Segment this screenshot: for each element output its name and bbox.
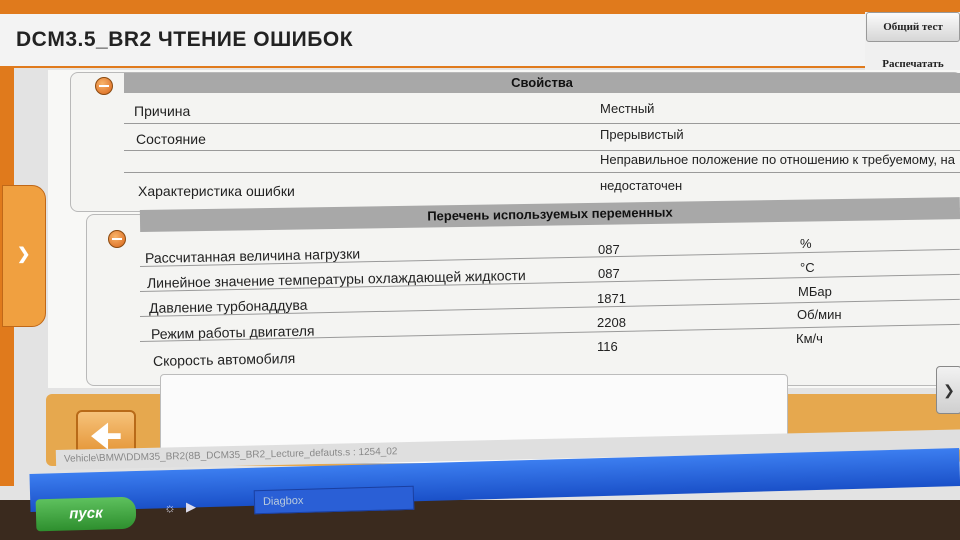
row-divider (124, 172, 960, 173)
variable-unit: Км/ч (796, 331, 823, 346)
property-label: Характеристика ошибки (138, 183, 295, 199)
property-value: Местный (600, 101, 655, 116)
chevron-right-icon: ❯ (17, 246, 31, 263)
property-value: Прерывистый (600, 127, 684, 142)
row-divider (124, 150, 960, 151)
variable-unit: Об/мин (797, 307, 842, 322)
variable-value: 087 (598, 266, 620, 281)
variable-unit: °C (800, 260, 815, 275)
media-icon[interactable]: ▶ (186, 499, 196, 515)
variable-value: 2208 (597, 315, 626, 330)
start-button[interactable]: пуск (35, 496, 137, 532)
browser-icon[interactable]: ☼ (164, 500, 176, 515)
properties-header: Свойства (124, 73, 960, 93)
variable-label: Скорость автомобиля (152, 350, 296, 369)
taskbar-app-item[interactable]: Diagbox (253, 485, 415, 515)
variable-value: 1871 (597, 291, 626, 306)
expand-panel-tab[interactable]: ❯ (2, 185, 46, 327)
variable-unit: МБар (798, 284, 832, 299)
page-title: DCM3.5_BR2 ЧТЕНИЕ ОШИБОК (16, 28, 354, 51)
property-value-line2: недостаточен (600, 178, 683, 193)
chevron-right-icon: ❯ (943, 382, 955, 398)
collapse-properties-icon[interactable] (95, 77, 113, 95)
general-test-button[interactable]: Общий тест (866, 12, 960, 42)
property-label: Состояние (136, 131, 206, 147)
window-top-border (0, 0, 960, 14)
variable-value: 116 (597, 339, 618, 354)
row-divider (124, 123, 960, 124)
scroll-right-button[interactable]: ❯ (936, 366, 960, 414)
title-bar: DCM3.5_BR2 ЧТЕНИЕ ОШИБОК (0, 14, 865, 68)
property-label: Причина (134, 103, 191, 119)
variable-value: 087 (598, 242, 620, 257)
start-label: пуск (69, 504, 103, 523)
variable-unit: % (800, 236, 812, 251)
property-value-line1: Неправильное положение по отношению к тр… (600, 152, 955, 167)
collapse-variables-icon[interactable] (108, 230, 126, 248)
